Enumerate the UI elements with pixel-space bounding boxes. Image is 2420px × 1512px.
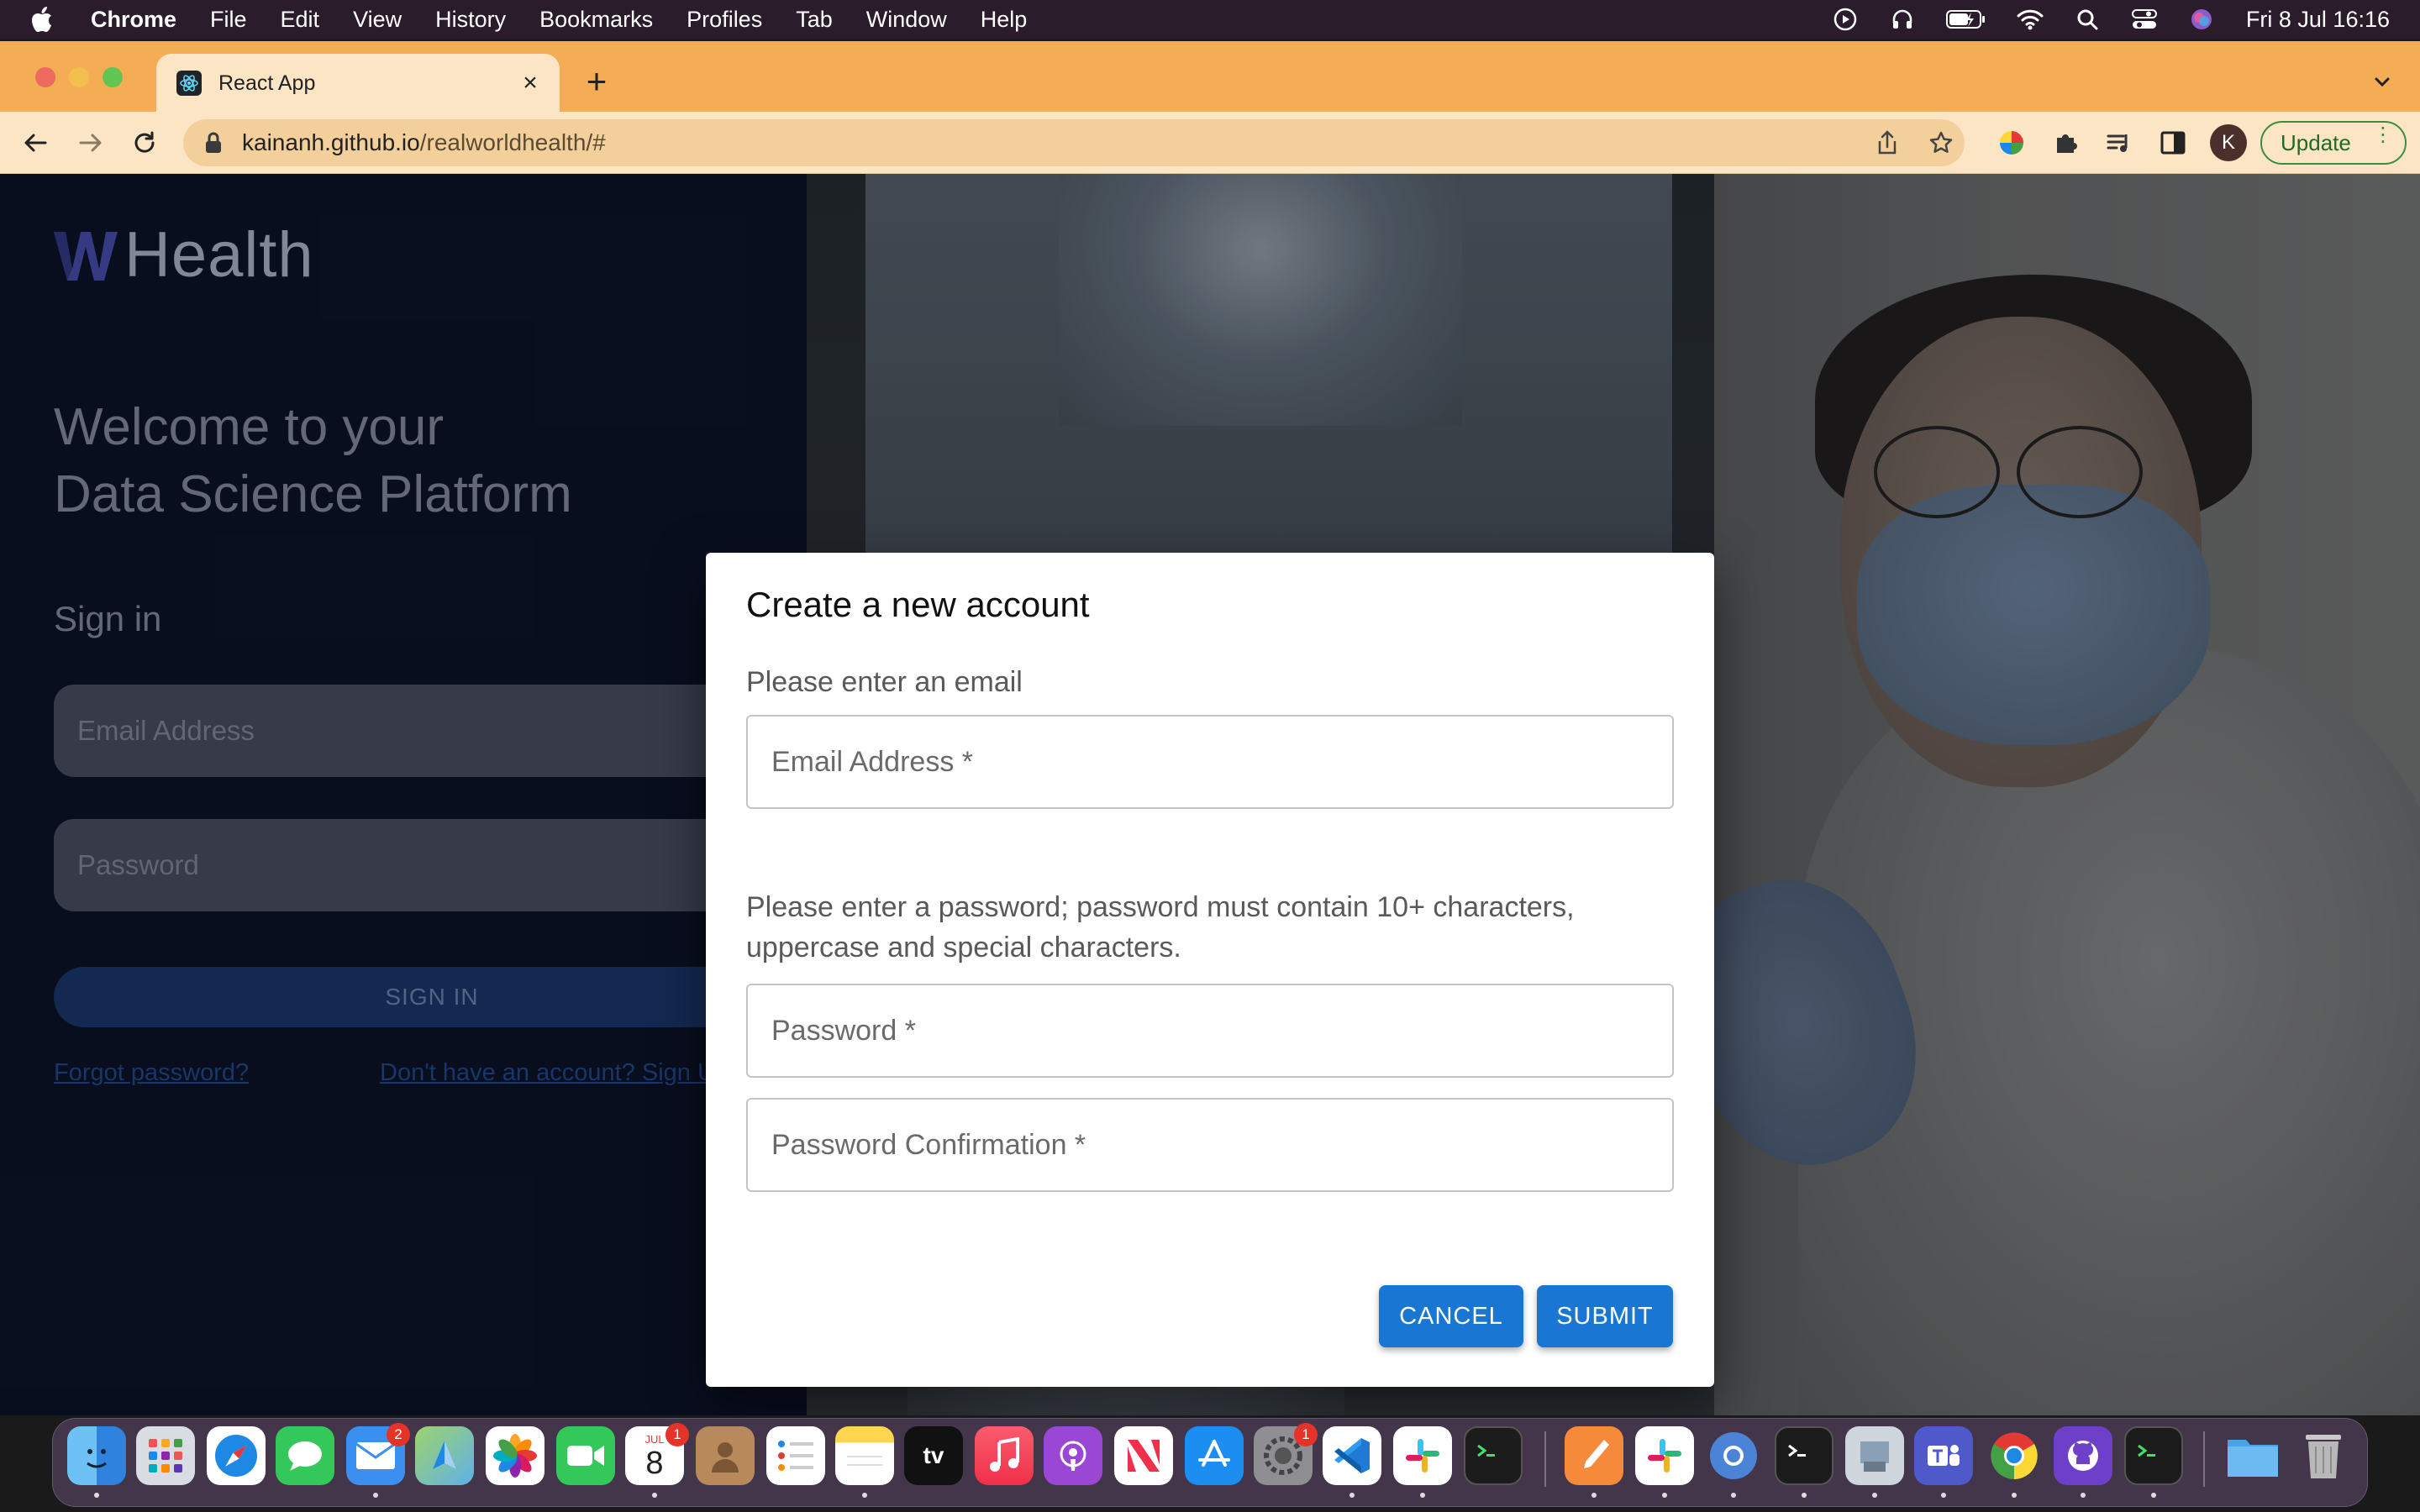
dock-downloads-folder-icon[interactable]	[2223, 1426, 2282, 1485]
search-icon[interactable]	[2073, 5, 2102, 34]
menu-window[interactable]: Window	[866, 7, 947, 33]
signup-email-input[interactable]: Email Address *	[746, 715, 1674, 809]
dock-launchpad-icon[interactable]	[136, 1426, 195, 1485]
url-text[interactable]: kainanh.github.io/realworldhealth/#	[242, 129, 606, 156]
dock-reminders-icon[interactable]	[766, 1426, 825, 1485]
menu-view[interactable]: View	[353, 7, 402, 33]
bookmark-star-icon[interactable]	[1928, 129, 1954, 156]
menu-history[interactable]: History	[435, 7, 506, 33]
menu-app-name[interactable]: Chrome	[91, 7, 176, 33]
back-button[interactable]	[20, 128, 50, 158]
signup-password-input[interactable]: Password *	[746, 984, 1674, 1078]
menu-help[interactable]: Help	[981, 7, 1028, 33]
dock-safari-icon[interactable]	[207, 1426, 266, 1485]
dock-github-icon[interactable]	[2054, 1426, 2112, 1485]
dock-vscode-icon[interactable]	[1323, 1426, 1381, 1485]
dock-tv-icon[interactable]: tv	[904, 1426, 963, 1485]
forward-button[interactable]	[76, 128, 106, 158]
tv-label: tv	[923, 1442, 944, 1468]
submit-button[interactable]: SUBMIT	[1537, 1285, 1673, 1347]
url-host: kainanh.github.io	[242, 129, 420, 155]
settings-badge: 1	[1294, 1423, 1318, 1446]
side-panel-icon[interactable]	[2158, 128, 2188, 158]
dialog-title: Create a new account	[746, 585, 1090, 624]
dock-podcasts-icon[interactable]	[1044, 1426, 1102, 1485]
update-label: Update	[2281, 129, 2351, 155]
play-icon[interactable]	[1831, 5, 1860, 34]
apple-icon[interactable]	[30, 5, 55, 34]
dock-finder-icon[interactable]	[67, 1426, 126, 1485]
calendar-month: JUL	[644, 1433, 665, 1446]
react-favicon-icon	[176, 71, 202, 96]
dock-photos-icon[interactable]	[486, 1426, 544, 1485]
dock-messages-icon[interactable]	[276, 1426, 334, 1485]
signup-password-confirm-input[interactable]: Password Confirmation *	[746, 1098, 1674, 1192]
menu-profiles[interactable]: Profiles	[687, 7, 762, 33]
dock-chromium-icon[interactable]	[1704, 1426, 1763, 1485]
headphones-icon[interactable]	[1888, 5, 1917, 34]
dock-slack-icon[interactable]	[1393, 1426, 1452, 1485]
more-menu-icon[interactable]: ⋮	[2373, 125, 2393, 145]
dock-contacts-icon[interactable]	[696, 1426, 755, 1485]
menu-bookmarks[interactable]: Bookmarks	[539, 7, 653, 33]
macos-menubar: Chrome File Edit View History Bookmarks …	[0, 0, 2420, 39]
dock-terminal-icon[interactable]	[1464, 1426, 1523, 1485]
menu-edit[interactable]: Edit	[281, 7, 320, 33]
share-icon[interactable]	[1874, 129, 1901, 156]
dock-notes-icon[interactable]	[835, 1426, 894, 1485]
create-account-dialog: Create a new account Please enter an ema…	[706, 553, 1714, 1387]
dock-pages-icon[interactable]	[1565, 1426, 1623, 1485]
dock-trash-icon[interactable]	[2294, 1426, 2353, 1485]
email-prompt: Please enter an email	[746, 666, 1023, 698]
url-path: /realworldhealth/#	[419, 129, 606, 155]
wifi-icon[interactable]	[2016, 5, 2044, 34]
browser-tab[interactable]: React App ×	[156, 54, 560, 113]
address-bar[interactable]: kainanh.github.io/realworldhealth/#	[183, 119, 1965, 166]
tab-search-chevron-icon[interactable]	[2370, 69, 2396, 96]
chrome-update-button[interactable]: Update ⋮	[2260, 121, 2407, 165]
window-minimize-button[interactable]	[69, 67, 89, 87]
reload-button[interactable]	[129, 128, 160, 158]
dock-preview-icon[interactable]	[1845, 1426, 1904, 1485]
mail-badge: 2	[387, 1423, 410, 1446]
menu-tab[interactable]: Tab	[796, 7, 833, 33]
dock-terminal-2-icon[interactable]	[1775, 1426, 1833, 1485]
battery-icon[interactable]	[1945, 5, 1987, 34]
control-center-icon[interactable]	[2130, 5, 2159, 34]
dock-music-icon[interactable]	[975, 1426, 1034, 1485]
dock-appstore-icon[interactable]	[1185, 1426, 1244, 1485]
dock-slack-2-icon[interactable]	[1635, 1426, 1694, 1485]
menu-file[interactable]: File	[210, 7, 247, 33]
web-page: Health Welcome to your Data Science Plat…	[0, 174, 2420, 1415]
window-zoom-button[interactable]	[103, 67, 123, 87]
tab-title: React App	[218, 71, 316, 95]
window-close-button[interactable]	[35, 67, 55, 87]
dock-maps-icon[interactable]	[415, 1426, 474, 1485]
menubar-clock[interactable]: Fri 8 Jul 16:16	[2246, 7, 2390, 33]
dock-facetime-icon[interactable]	[556, 1426, 615, 1485]
profile-avatar[interactable]: K	[2210, 124, 2247, 161]
dock-terminal-3-icon[interactable]	[2124, 1426, 2183, 1485]
dock-chrome-icon[interactable]	[1985, 1426, 2044, 1485]
cancel-button[interactable]: CANCEL	[1379, 1285, 1523, 1347]
color-extension-icon[interactable]	[1996, 128, 2027, 158]
dock-teams-icon[interactable]	[1914, 1426, 1973, 1485]
extensions-puzzle-icon[interactable]	[2050, 128, 2081, 158]
calendar-badge: 1	[666, 1423, 689, 1446]
new-tab-button[interactable]: +	[580, 64, 613, 99]
calendar-day: 8	[645, 1446, 664, 1481]
dock-separator-2	[2203, 1431, 2205, 1487]
siri-icon[interactable]	[2187, 5, 2216, 34]
dock-news-icon[interactable]	[1114, 1426, 1173, 1485]
media-control-icon[interactable]	[2104, 128, 2134, 158]
password-prompt: Please enter a password; password must c…	[746, 891, 1575, 963]
dock-separator	[1544, 1431, 1546, 1487]
lock-icon[interactable]	[203, 130, 224, 155]
tab-close-icon[interactable]: ×	[518, 71, 543, 96]
